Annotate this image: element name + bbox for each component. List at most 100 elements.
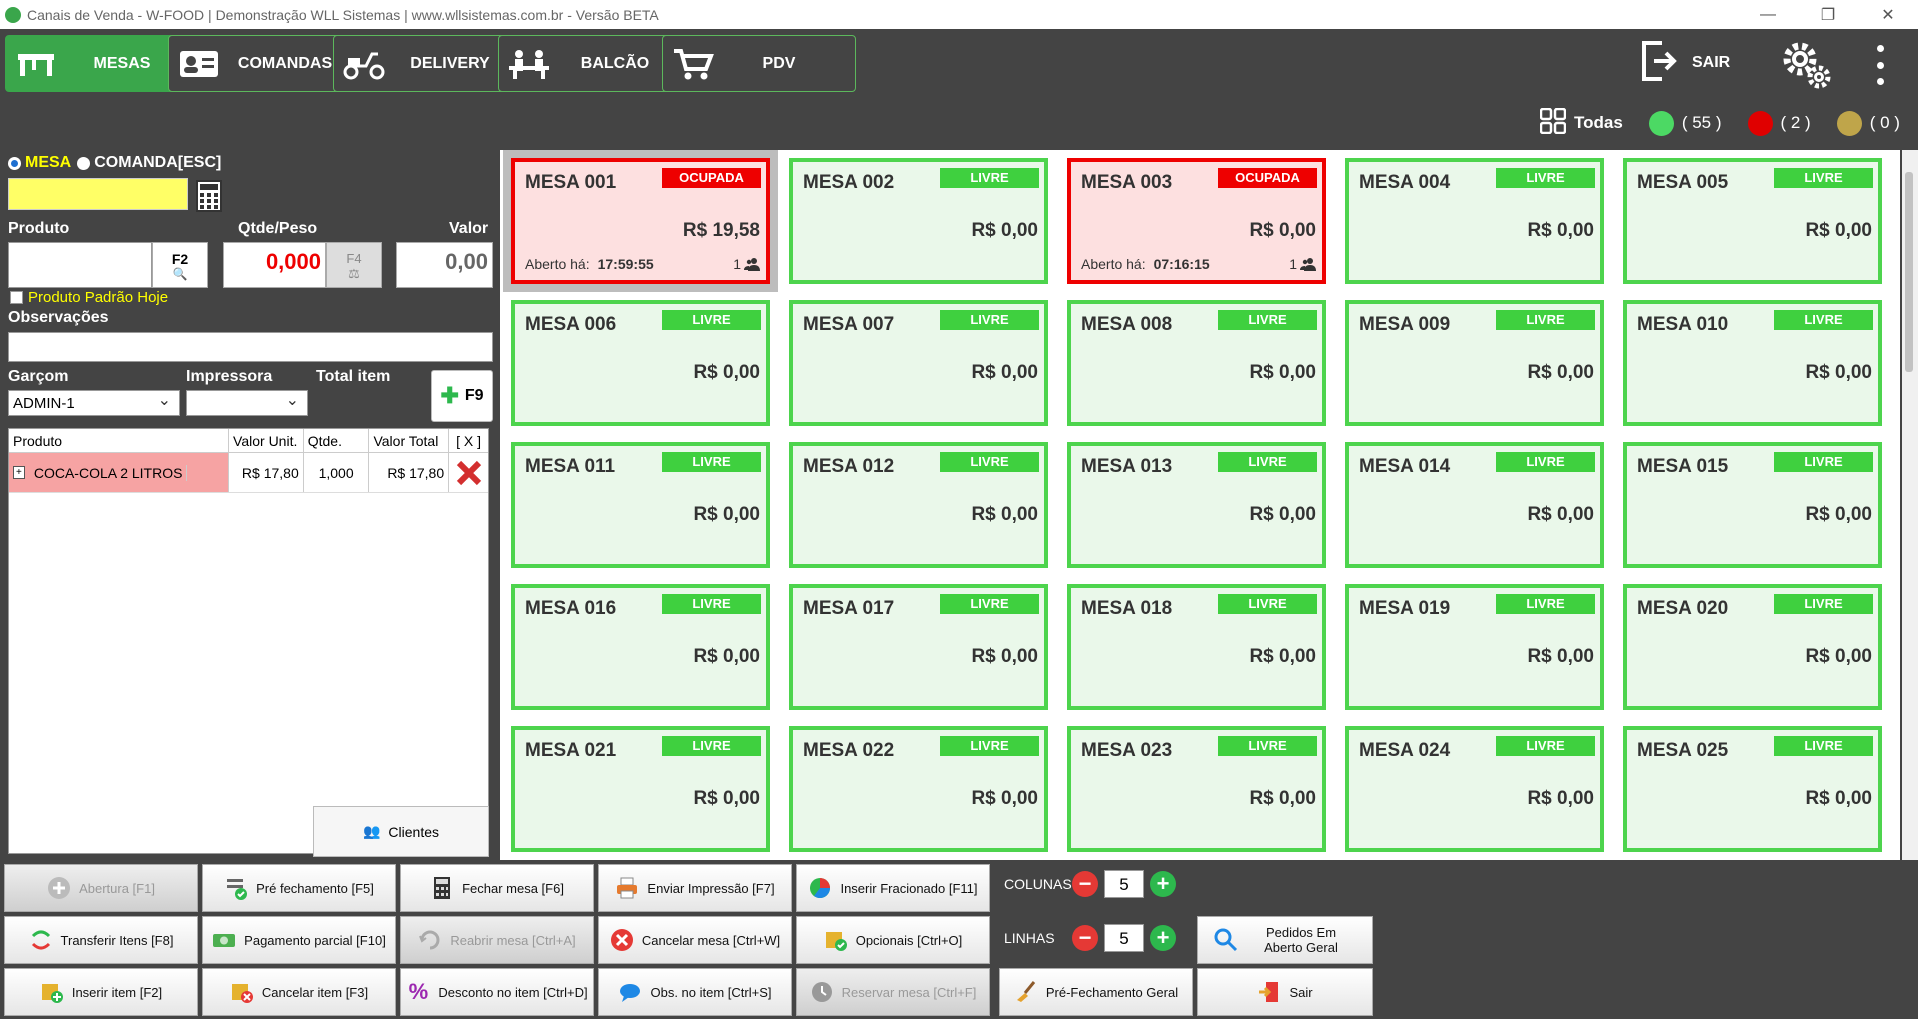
search-product-button[interactable]: F2 🔍 [152,242,208,288]
item-valor-unit: R$ 17,80 [229,453,304,492]
table-card[interactable]: MESA 021 LIVRE R$ 0,00 [511,726,770,852]
colunas-plus-button[interactable]: + [1150,871,1176,897]
table-card[interactable]: MESA 012 LIVRE R$ 0,00 [789,442,1048,568]
nav-pdv-button[interactable]: PDV [662,35,856,92]
table-card[interactable]: MESA 002 LIVRE R$ 0,00 [789,158,1048,284]
qtde-input[interactable]: 0,000 [223,242,326,288]
checkbox-box[interactable] [10,291,23,304]
table-card[interactable]: MESA 018 LIVRE R$ 0,00 [1067,584,1326,710]
restore-button[interactable]: ❐ [1798,0,1858,29]
mesa-number-input[interactable] [8,178,188,210]
table-card[interactable]: MESA 024 LIVRE R$ 0,00 [1345,726,1604,852]
people-icon [744,258,760,271]
scale-button[interactable]: F4 ⚖ [326,242,382,288]
logout-button[interactable]: SAIR [1640,37,1750,89]
comanda-radio[interactable] [77,156,91,170]
livre-dot-icon [1648,110,1674,136]
filter-reservada[interactable]: ( 0 ) [1836,110,1900,136]
box-remove-icon [230,980,254,1004]
table-card[interactable]: MESA 011 LIVRE R$ 0,00 [511,442,770,568]
table-card[interactable]: MESA 001 OCUPADA R$ 19,58 Aberto há: 17:59:5… [511,158,770,284]
clientes-button[interactable]: 👥 Clientes [313,806,489,857]
total-item-label: Total item [316,368,391,385]
cancelar-item-button[interactable]: Cancelar item [F3] [202,968,396,1016]
table-card[interactable]: MESA 006 LIVRE R$ 0,00 [511,300,770,426]
table-name: MESA 004 [1359,172,1451,193]
produto-padrao-checkbox[interactable]: Produto Padrão Hoje [10,289,168,306]
opcionais-button[interactable]: Opcionais [Ctrl+O] [796,916,990,964]
table-card[interactable]: MESA 008 LIVRE R$ 0,00 [1067,300,1326,426]
linhas-label: LINHAS [1004,930,1055,946]
more-options-icon[interactable] [1868,41,1892,89]
garcom-select[interactable]: ADMIN-1 [8,390,180,416]
table-card[interactable]: MESA 010 LIVRE R$ 0,00 [1623,300,1882,426]
valor-input[interactable]: 0,00 [396,242,493,288]
filter-livre[interactable]: ( 55 ) [1648,110,1722,136]
observacoes-label: Observações [8,309,109,326]
table-card[interactable]: MESA 005 LIVRE R$ 0,00 [1623,158,1882,284]
linhas-input[interactable]: 5 [1104,924,1144,952]
table-name: MESA 002 [803,172,895,193]
status-badge: LIVRE [1496,310,1595,330]
table-card[interactable]: MESA 003 OCUPADA R$ 0,00 Aberto há: 07:16:15… [1067,158,1326,284]
expand-icon[interactable]: + [13,466,25,479]
table-card[interactable]: MESA 019 LIVRE R$ 0,00 [1345,584,1604,710]
linhas-plus-button[interactable]: + [1150,925,1176,951]
table-name: MESA 011 [525,456,616,477]
enviar-impressao-button[interactable]: Enviar Impressão [F7] [598,864,792,912]
sair-button[interactable]: Sair [1197,968,1373,1016]
filter-ocupada[interactable]: ( 2 ) [1747,110,1811,136]
table-card[interactable]: MESA 016 LIVRE R$ 0,00 [511,584,770,710]
transferir-itens-button[interactable]: Transferir Itens [F8] [4,916,198,964]
remove-item-icon[interactable] [449,453,488,492]
table-card[interactable]: MESA 025 LIVRE R$ 0,00 [1623,726,1882,852]
table-card[interactable]: MESA 022 LIVRE R$ 0,00 [789,726,1048,852]
minimize-button[interactable]: — [1738,0,1798,29]
mesa-radio[interactable] [8,156,21,170]
table-card[interactable]: MESA 004 LIVRE R$ 0,00 [1345,158,1604,284]
table-row[interactable]: + COCA-COLA 2 LITROS R$ 17,80 1,000 R$ 17… [9,453,488,493]
table-card[interactable]: MESA 015 LIVRE R$ 0,00 [1623,442,1882,568]
status-badge: LIVRE [1218,452,1317,472]
obs-item-button[interactable]: Obs. no item [Ctrl+S] [598,968,792,1016]
reabrir-mesa-button[interactable]: Reabrir mesa [Ctrl+A] [400,916,594,964]
table-card[interactable]: MESA 009 LIVRE R$ 0,00 [1345,300,1604,426]
pedidos-aberto-button[interactable]: Pedidos Em Aberto Geral [1197,916,1373,964]
table-name: MESA 014 [1359,456,1451,477]
add-item-f9-button[interactable]: ✚ F9 [431,370,493,422]
settings-gears-icon[interactable] [1778,37,1834,93]
table-card[interactable]: MESA 020 LIVRE R$ 0,00 [1623,584,1882,710]
produto-input[interactable] [8,242,152,288]
abertura-button[interactable]: Abertura [F1] [4,864,198,912]
table-card[interactable]: MESA 007 LIVRE R$ 0,00 [789,300,1048,426]
pre-fechamento-button[interactable]: Pré fechamento [F5] [202,864,396,912]
tables-scrollbar[interactable] [1902,150,1918,860]
impressora-select[interactable] [186,390,308,416]
table-card[interactable]: MESA 014 LIVRE R$ 0,00 [1345,442,1604,568]
colunas-minus-button[interactable]: − [1072,871,1098,897]
calculator-icon[interactable] [196,180,222,212]
colunas-input[interactable]: 5 [1104,870,1144,898]
reservar-mesa-button[interactable]: Reservar mesa [Ctrl+F] [796,968,990,1016]
desconto-item-button[interactable]: % Desconto no item [Ctrl+D] [400,968,594,1016]
window-title: Canais de Venda - W-FOOD | Demonstração … [27,6,659,23]
table-value: R$ 0,00 [1805,220,1872,241]
rows-control: LINHAS − 5 + [1004,924,1176,952]
fechar-mesa-button[interactable]: Fechar mesa [F6] [400,864,594,912]
scroll-thumb[interactable] [1905,172,1913,372]
table-card[interactable]: MESA 023 LIVRE R$ 0,00 [1067,726,1326,852]
table-card[interactable]: MESA 013 LIVRE R$ 0,00 [1067,442,1326,568]
observacoes-input[interactable] [8,332,493,362]
table-name: MESA 007 [803,314,895,335]
cancelar-mesa-button[interactable]: Cancelar mesa [Ctrl+W] [598,916,792,964]
impressora-label: Impressora [186,368,273,385]
linhas-minus-button[interactable]: − [1072,925,1098,951]
enviar-impressao-label: Enviar Impressão [F7] [647,880,775,896]
inserir-item-button[interactable]: Inserir item [F2] [4,968,198,1016]
filter-all[interactable]: Todas [1539,107,1623,139]
pagamento-parcial-button[interactable]: Pagamento parcial [F10] [202,916,396,964]
close-button[interactable]: ✕ [1858,0,1918,29]
table-card[interactable]: MESA 017 LIVRE R$ 0,00 [789,584,1048,710]
pre-fechamento-geral-button[interactable]: Pré-Fechamento Geral [999,968,1193,1016]
inserir-fracionado-button[interactable]: Inserir Fracionado [F11] [796,864,990,912]
